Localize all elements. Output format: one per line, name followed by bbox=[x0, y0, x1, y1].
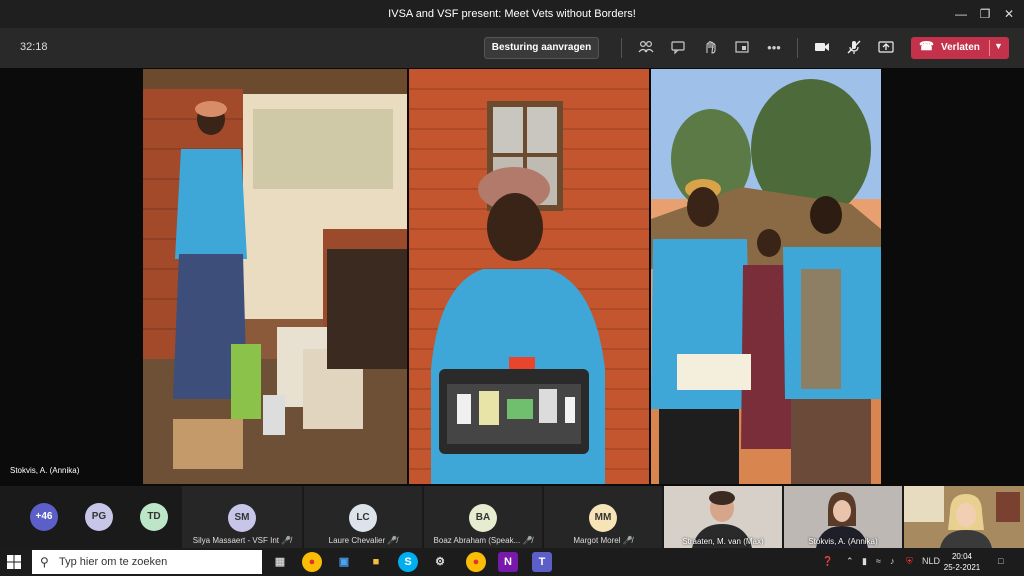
participant-name: Margot Morel 🎤̸ bbox=[573, 536, 633, 545]
mic-muted-icon: 🎤̸ bbox=[387, 536, 398, 545]
clock-time: 20:04 bbox=[951, 552, 973, 561]
close-icon[interactable]: ✕ bbox=[998, 4, 1020, 24]
teams-icon[interactable]: T bbox=[532, 552, 552, 572]
participant-tile[interactable]: MM Margot Morel 🎤̸ bbox=[544, 486, 662, 548]
shield-icon[interactable]: ⛨ bbox=[906, 556, 913, 567]
battery-icon[interactable]: ▮ bbox=[862, 556, 867, 567]
photo-panel-outdoor bbox=[651, 69, 881, 484]
video-tile[interactable]: Straaten, M. van (Max) bbox=[664, 486, 782, 548]
store-icon[interactable]: ▣ bbox=[334, 552, 354, 572]
participant-name: Straaten, M. van (Max) bbox=[682, 537, 764, 546]
language-indicator[interactable]: NLD bbox=[922, 556, 940, 566]
participant-tile[interactable]: LC Laure Chevalier 🎤̸ bbox=[304, 486, 422, 548]
participants-icon[interactable] bbox=[637, 39, 655, 57]
participant-name: Boaz Abraham (Speak... 🎤̸ bbox=[433, 536, 533, 545]
search-icon: ⚲ bbox=[40, 555, 49, 569]
window-title: IVSA and VSF present: Meet Vets without … bbox=[388, 8, 636, 20]
reactions-icon[interactable] bbox=[701, 39, 719, 57]
restore-icon[interactable]: ❐ bbox=[974, 4, 996, 24]
participant-name: Stokvis, A. (Annika) bbox=[808, 537, 878, 546]
windows-taskbar: ⚲ Typ hier om te zoeken ▦ ● ▣ ■ S ⚙ ● N … bbox=[0, 548, 1024, 576]
chevron-up-icon[interactable]: ⌃ bbox=[846, 556, 854, 567]
avatar[interactable]: TD bbox=[140, 503, 168, 531]
leave-label: Verlaten bbox=[941, 42, 980, 53]
skype-icon[interactable]: S bbox=[398, 552, 418, 572]
task-view-icon[interactable]: ▦ bbox=[270, 552, 290, 572]
toolbar-divider bbox=[621, 38, 622, 58]
photo-panel-portrait bbox=[409, 69, 649, 484]
search-placeholder: Typ hier om te zoeken bbox=[59, 556, 168, 568]
clock[interactable]: 20:04 25-2-2021 bbox=[940, 551, 984, 573]
notifications-icon[interactable]: □ bbox=[998, 556, 1003, 566]
more-participants-badge[interactable]: +46 bbox=[30, 503, 58, 531]
mic-muted-icon: 🎤̸ bbox=[522, 536, 533, 545]
toolbar-divider bbox=[797, 38, 798, 58]
wifi-icon[interactable]: ≈ bbox=[876, 556, 881, 566]
participant-name: Laure Chevalier 🎤̸ bbox=[328, 536, 398, 545]
volume-icon[interactable]: ♪ bbox=[890, 556, 895, 566]
settings-icon[interactable]: ⚙ bbox=[430, 552, 450, 572]
file-explorer-icon[interactable]: ■ bbox=[366, 552, 386, 572]
video-tile[interactable] bbox=[904, 486, 1024, 548]
request-control-button[interactable]: Besturing aanvragen bbox=[484, 37, 599, 59]
participant-tile[interactable]: BA Boaz Abraham (Speak... 🎤̸ bbox=[424, 486, 542, 548]
windows-start-icon[interactable] bbox=[6, 554, 22, 570]
chevron-down-icon[interactable]: ▼ bbox=[994, 41, 1003, 51]
mic-muted-icon: 🎤̸ bbox=[281, 536, 292, 545]
title-bar: IVSA and VSF present: Meet Vets without … bbox=[0, 0, 1024, 28]
avatar: MM bbox=[589, 504, 617, 532]
leave-button[interactable]: ☎ Verlaten ▼ bbox=[911, 37, 1009, 59]
participant-name: Silya Massaert - VSF Int 🎤̸ bbox=[192, 536, 292, 545]
camera-icon[interactable] bbox=[813, 39, 831, 57]
participant-tile[interactable]: SM Silya Massaert - VSF Int 🎤̸ bbox=[182, 486, 302, 548]
share-icon[interactable] bbox=[877, 39, 895, 57]
avatar[interactable]: PG bbox=[85, 503, 113, 531]
photo-panel-veranda bbox=[143, 69, 407, 484]
video-tile[interactable]: Stokvis, A. (Annika) bbox=[784, 486, 902, 548]
chrome-icon[interactable]: ● bbox=[466, 552, 486, 572]
participant-strip: +46 PG TD SM Silya Massaert - VSF Int 🎤̸… bbox=[0, 486, 1024, 548]
meeting-toolbar: 32:18 Besturing aanvragen ••• ☎ Verlaten… bbox=[0, 28, 1024, 68]
hang-up-icon: ☎ bbox=[919, 39, 934, 53]
mic-off-icon[interactable] bbox=[845, 39, 863, 57]
more-icon[interactable]: ••• bbox=[765, 39, 783, 57]
chat-icon[interactable] bbox=[669, 39, 687, 57]
onenote-icon[interactable]: N bbox=[498, 552, 518, 572]
avatar: LC bbox=[349, 504, 377, 532]
minimize-icon[interactable]: — bbox=[950, 4, 972, 24]
leave-separator bbox=[989, 40, 990, 56]
chrome-icon[interactable]: ● bbox=[302, 552, 322, 572]
shared-screen: Stokvis, A. (Annika) bbox=[0, 68, 1024, 486]
rooms-icon[interactable] bbox=[733, 39, 751, 57]
meeting-timer: 32:18 bbox=[20, 41, 48, 53]
shared-photo-collage bbox=[143, 69, 881, 484]
help-icon[interactable]: ❓ bbox=[822, 556, 833, 567]
clock-date: 25-2-2021 bbox=[943, 563, 981, 572]
avatar: SM bbox=[228, 504, 256, 532]
taskbar-search[interactable]: ⚲ Typ hier om te zoeken bbox=[32, 550, 262, 574]
avatar: BA bbox=[469, 504, 497, 532]
presenter-name: Stokvis, A. (Annika) bbox=[10, 466, 80, 475]
mic-muted-icon: 🎤̸ bbox=[622, 536, 633, 545]
